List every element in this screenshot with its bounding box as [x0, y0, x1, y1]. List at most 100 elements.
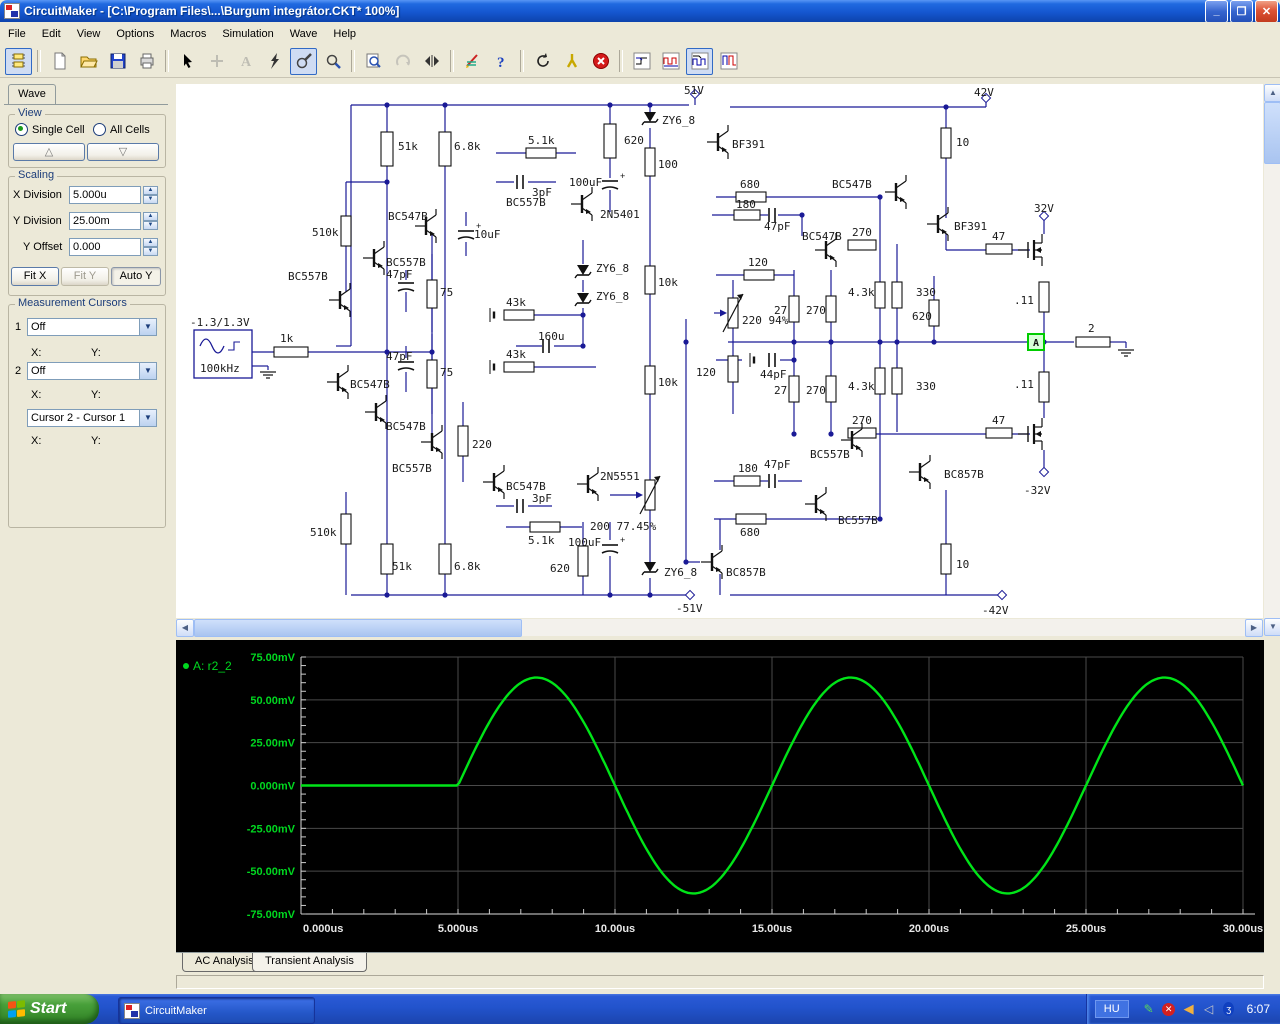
analog-scope-icon[interactable] [686, 47, 713, 75]
cursor2-select[interactable]: Off ▼ [27, 362, 157, 380]
cursor-diff-select[interactable]: Cursor 2 - Cursor 1 ▼ [27, 409, 157, 427]
svg-text:-51V: -51V [676, 602, 703, 615]
y-division-input[interactable] [69, 212, 141, 230]
svg-text:25.00mV: 25.00mV [250, 738, 295, 750]
restore-button[interactable]: ❐ [1230, 0, 1253, 23]
clock[interactable]: 6:07 [1247, 1002, 1270, 1016]
menu-help[interactable]: Help [325, 25, 364, 43]
svg-text:-75.00mV: -75.00mV [247, 909, 296, 921]
x-division-spinner[interactable]: ▲ ▼ [143, 186, 158, 204]
analyses-icon[interactable] [558, 48, 585, 75]
menu-edit[interactable]: Edit [34, 25, 69, 43]
scroll-left-icon[interactable]: ◀ [176, 619, 194, 637]
window-title: CircuitMaker - [C:\Program Files\...\Bur… [24, 4, 400, 18]
security-alert-icon[interactable]: ✕ [1161, 1001, 1177, 1017]
cell-down-button[interactable]: ▽ [87, 143, 159, 161]
svg-text:-50.00mV: -50.00mV [247, 866, 296, 878]
svg-text:5.000us: 5.000us [438, 923, 478, 935]
y-division-spinner[interactable]: ▲ ▼ [143, 212, 158, 230]
wire-tool-icon[interactable] [261, 48, 288, 75]
scroll-up-icon[interactable]: ▲ [1264, 84, 1280, 102]
save-file-icon[interactable] [104, 48, 131, 75]
svg-text:30.00us: 30.00us [1223, 923, 1263, 935]
menu-simulation[interactable]: Simulation [214, 25, 281, 43]
plus-tool-icon[interactable] [203, 48, 230, 75]
digital-scope-icon[interactable] [657, 48, 684, 75]
svg-text:2: 2 [1088, 322, 1095, 335]
scroll-down-icon[interactable]: ▼ [1264, 618, 1280, 636]
svg-text:2N5401: 2N5401 [600, 208, 640, 221]
print-icon[interactable] [133, 48, 160, 75]
text-tool-icon[interactable]: A [232, 48, 259, 75]
fit-y-button[interactable]: Fit Y [61, 267, 109, 286]
schematic-hscrollbar[interactable]: ◀ ▶ [176, 619, 1263, 637]
tab-transient-analysis[interactable]: Transient Analysis [252, 953, 367, 972]
svg-text:160u: 160u [538, 330, 565, 343]
menu-macros[interactable]: Macros [162, 25, 214, 43]
mixed-scope-icon[interactable] [715, 48, 742, 75]
menu-bar: File Edit View Options Macros Simulation Wave H… [0, 22, 1280, 46]
menu-wave[interactable]: Wave [282, 25, 326, 43]
parts-browser-icon[interactable] [5, 47, 32, 75]
svg-text:51V: 51V [684, 84, 704, 97]
pen-tray-icon[interactable]: ✎ [1141, 1001, 1157, 1017]
svg-text:BC557B: BC557B [838, 514, 878, 527]
expand-bus-icon[interactable] [418, 48, 445, 75]
cell-up-button[interactable]: △ [13, 143, 85, 161]
cursor2-x: X: [31, 389, 42, 401]
svg-text:330: 330 [916, 380, 936, 393]
svg-text:620: 620 [912, 310, 932, 323]
probe-tool-icon[interactable] [290, 47, 317, 75]
measurement-cursors-label: Measurement Cursors [15, 297, 130, 309]
reset-icon[interactable] [529, 48, 556, 75]
zoom-tool-icon[interactable] [319, 48, 346, 75]
fit-x-button[interactable]: Fit X [11, 267, 59, 286]
y-offset-input[interactable] [69, 238, 141, 256]
minimize-button[interactable]: _ [1205, 0, 1228, 23]
svg-text:+: + [620, 535, 625, 545]
menu-view[interactable]: View [69, 25, 109, 43]
new-file-icon[interactable] [46, 48, 73, 75]
cursor-tool-icon[interactable] [174, 48, 201, 75]
svg-text:510k: 510k [312, 226, 339, 239]
close-button[interactable]: ✕ [1255, 0, 1278, 23]
radio-dot [93, 123, 106, 136]
rotate-icon[interactable] [389, 48, 416, 75]
taskbar-app-circuitmaker[interactable]: CircuitMaker [118, 997, 315, 1024]
step-mode-icon[interactable] [628, 48, 655, 75]
simulation-setup-icon[interactable] [459, 48, 486, 75]
svg-text:100: 100 [658, 158, 678, 171]
scroll-right-icon[interactable]: ▶ [1245, 619, 1263, 637]
stop-icon[interactable] [587, 48, 614, 75]
open-file-icon[interactable] [75, 48, 102, 75]
radio-single-cell[interactable]: Single Cell [15, 123, 85, 136]
help-icon[interactable]: ? [488, 48, 515, 75]
menu-options[interactable]: Options [108, 25, 162, 43]
cursor1-select[interactable]: Off ▼ [27, 318, 157, 336]
app-icon [4, 3, 20, 19]
start-button[interactable]: Start [0, 994, 99, 1024]
y-offset-spinner[interactable]: ▲ ▼ [143, 238, 158, 256]
auto-y-button[interactable]: Auto Y [111, 267, 161, 286]
svg-text:25.00us: 25.00us [1066, 923, 1106, 935]
bluetooth-icon[interactable]: ʒ [1221, 1001, 1237, 1017]
x-division-input[interactable] [69, 186, 141, 204]
menu-file[interactable]: File [0, 25, 34, 43]
tab-wave[interactable]: Wave [8, 84, 56, 105]
volume-icon[interactable]: ◀ [1181, 1001, 1197, 1017]
language-indicator[interactable]: HU [1094, 1000, 1129, 1018]
waveform-plot[interactable]: 75.00mV 50.00mV 25.00mV 0.000mV -25.00mV -50.… [176, 640, 1264, 952]
hscroll-thumb[interactable] [194, 619, 522, 637]
svg-text:.11: .11 [1014, 294, 1034, 307]
svg-text:10k: 10k [658, 276, 678, 289]
muted-volume-icon[interactable]: ◁ [1201, 1001, 1217, 1017]
radio-all-cells[interactable]: All Cells [93, 123, 150, 136]
svg-text:43k: 43k [506, 296, 526, 309]
find-part-icon[interactable] [360, 48, 387, 75]
vscroll-thumb[interactable] [1264, 102, 1280, 164]
svg-text:200 77.45%: 200 77.45% [590, 520, 657, 533]
schematic-canvas[interactable]: + + +51V 42V 51k 6.8k 620 ZY6_8 100uF 100 BF391 10 5… [176, 84, 1263, 618]
svg-text:47: 47 [992, 230, 1005, 243]
schematic-vscrollbar[interactable]: ▲ ▼ [1264, 84, 1280, 636]
svg-text:270: 270 [806, 384, 826, 397]
